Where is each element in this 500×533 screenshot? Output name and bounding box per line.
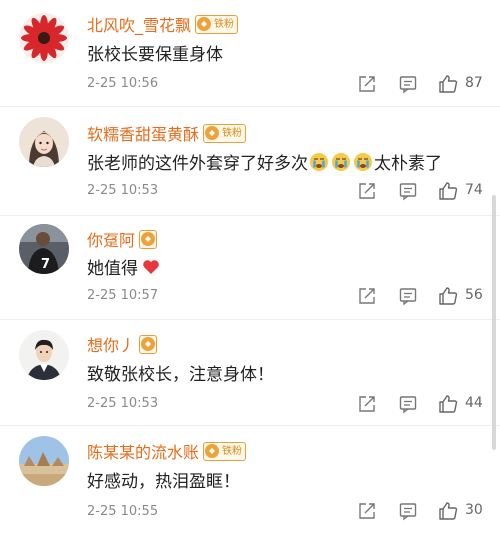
thumbs-up-icon	[439, 287, 458, 305]
thumbs-up-icon	[439, 395, 458, 413]
username-text[interactable]: 你趸阿	[87, 227, 135, 251]
comment-time: 2-25 10:55	[87, 504, 159, 519]
comment-item: 北风吹_雪花飘 铁粉 张校长要保重身体 2-25 10:56 87	[0, 0, 500, 107]
comment-text: 张校长要保重身体	[87, 45, 223, 65]
share-button[interactable]	[357, 394, 377, 414]
fan-badge	[139, 229, 158, 249]
share-icon	[359, 396, 375, 412]
share-icon	[359, 503, 375, 519]
fan-badge	[139, 334, 158, 354]
thumbs-up-icon	[439, 75, 458, 93]
share-button[interactable]	[357, 501, 377, 521]
comment-text: 致敬张校长，注意身体！	[87, 365, 274, 385]
username[interactable]: 陈某某的流水账 铁粉	[87, 439, 247, 463]
fan-badge: 铁粉	[203, 441, 247, 461]
fan-badge-icon	[205, 126, 220, 140]
share-button[interactable]	[357, 181, 377, 201]
comment-icon	[399, 503, 417, 521]
comment-button[interactable]	[398, 501, 418, 521]
comment-text: 好感动，热泪盈眶！	[87, 472, 240, 492]
avatar[interactable]: 7	[19, 224, 69, 274]
thumbs-up-icon	[439, 502, 458, 520]
comment-icon	[399, 76, 417, 94]
comment-item: 陈某某的流水账 铁粉 好感动，热泪盈眶！ 2-25 10:55 30	[0, 426, 500, 533]
comment-item: 想你丿 致敬张校长，注意身体！ 2-25 10:53 44	[0, 320, 500, 426]
fan-badge-label: 铁粉	[222, 127, 243, 139]
like-count: 30	[465, 502, 483, 518]
fan-badge-icon	[141, 337, 156, 351]
avatar[interactable]	[19, 13, 69, 63]
fan-badge-label: 铁粉	[214, 18, 235, 30]
like-count: 74	[465, 182, 483, 198]
comment-text-part: 张老师的这件外套穿了好多次	[87, 154, 308, 174]
share-button[interactable]	[357, 74, 377, 94]
username-text[interactable]: 北风吹_雪花飘	[87, 12, 191, 36]
share-icon	[359, 76, 375, 92]
fan-badge-icon	[141, 232, 156, 246]
comment-text: 张老师的这件外套穿了好多次 太朴素了	[87, 149, 442, 174]
comment-button[interactable]	[398, 74, 418, 94]
like-count: 56	[465, 287, 483, 303]
crying-emoji	[332, 152, 350, 171]
username[interactable]: 你趸阿	[87, 227, 158, 251]
comment-icon	[399, 183, 417, 201]
comment-button[interactable]	[398, 394, 418, 414]
crying-emoji	[310, 152, 328, 171]
share-icon	[359, 183, 375, 199]
comment-icon	[399, 396, 417, 414]
comment-time: 2-25 10:53	[87, 183, 159, 198]
comment-time: 2-25 10:56	[87, 76, 159, 91]
fan-badge-icon	[205, 444, 220, 458]
username[interactable]: 北风吹_雪花飘 铁粉	[87, 12, 239, 36]
username[interactable]: 软糯香甜蛋黄酥 铁粉	[87, 121, 247, 145]
fan-badge: 铁粉	[195, 14, 239, 34]
username-text[interactable]: 想你丿	[87, 332, 135, 356]
like-button[interactable]	[438, 286, 458, 306]
comment-text: 她值得	[87, 254, 162, 279]
username-text[interactable]: 陈某某的流水账	[87, 439, 199, 463]
avatar[interactable]	[19, 436, 69, 486]
like-count: 87	[465, 75, 483, 91]
avatar[interactable]	[19, 117, 69, 167]
fan-badge: 铁粉	[203, 123, 247, 143]
like-button[interactable]	[438, 501, 458, 521]
comment-item: 7 你趸阿 她值得 2-25 10:57 56	[0, 216, 500, 320]
username[interactable]: 想你丿	[87, 332, 158, 356]
share-icon	[359, 288, 375, 304]
comment-text-part: 她值得	[87, 259, 138, 279]
comment-button[interactable]	[398, 181, 418, 201]
comment-icon	[399, 288, 417, 306]
like-button[interactable]	[438, 394, 458, 414]
scrollbar[interactable]	[492, 195, 496, 450]
like-count: 44	[465, 395, 483, 411]
share-button[interactable]	[357, 286, 377, 306]
username-text[interactable]: 软糯香甜蛋黄酥	[87, 121, 199, 145]
comment-text-part: 太朴素了	[374, 154, 442, 174]
like-button[interactable]	[438, 181, 458, 201]
svg-text:7: 7	[41, 257, 50, 272]
like-button[interactable]	[438, 74, 458, 94]
comment-time: 2-25 10:57	[87, 288, 159, 303]
fan-badge-label: 铁粉	[222, 445, 243, 457]
comment-item: 软糯香甜蛋黄酥 铁粉 张老师的这件外套穿了好多次 太朴素了 2-25 10:53…	[0, 107, 500, 216]
comment-button[interactable]	[398, 286, 418, 306]
avatar[interactable]	[19, 330, 69, 380]
crying-emoji	[354, 152, 372, 171]
comment-time: 2-25 10:53	[87, 396, 159, 411]
heart-emoji	[143, 259, 159, 274]
fan-badge-icon	[197, 17, 212, 31]
thumbs-up-icon	[439, 182, 458, 200]
